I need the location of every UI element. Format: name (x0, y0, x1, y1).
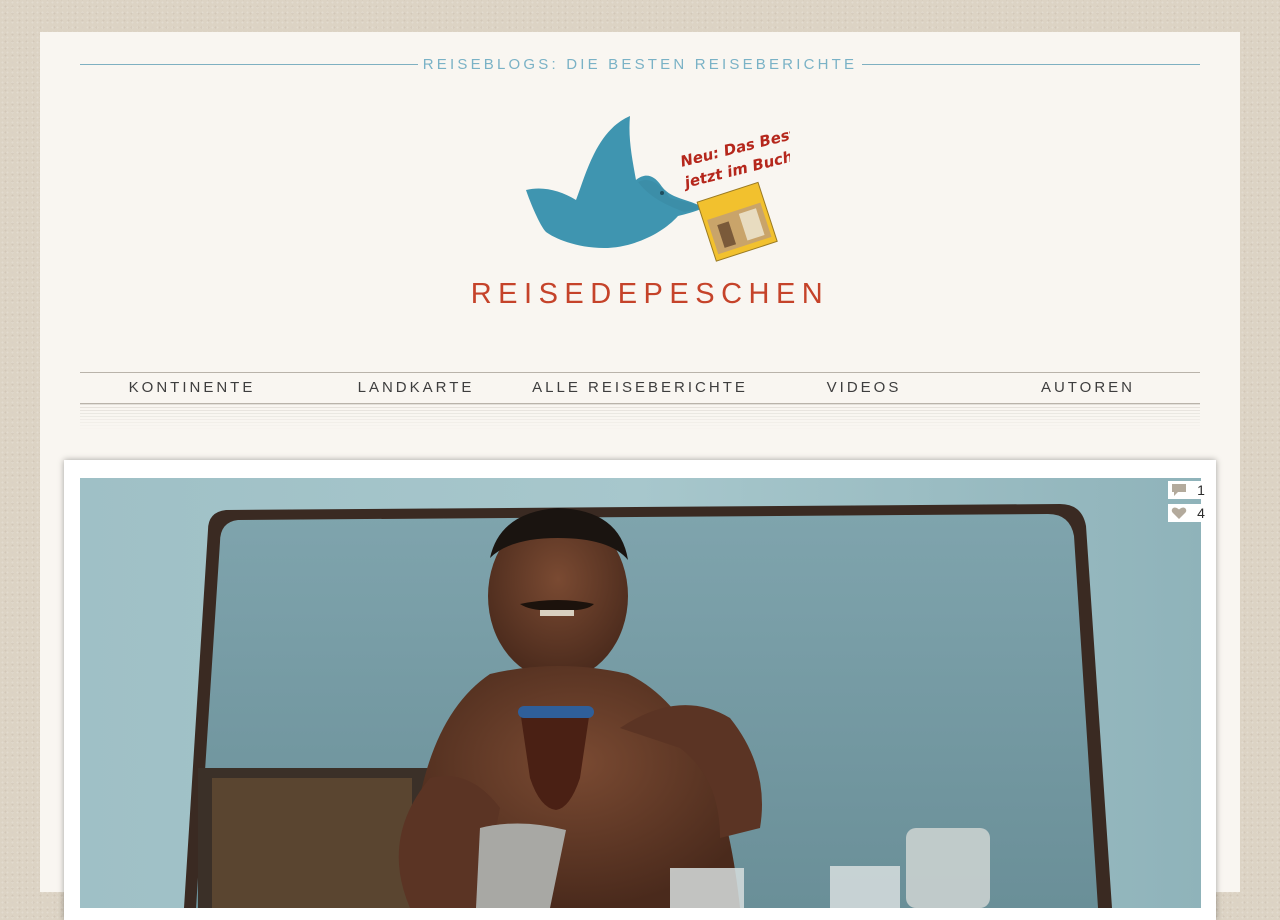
comment-count: 1 (1197, 482, 1205, 498)
nav-item-videos[interactable]: VIDEOS (752, 373, 976, 403)
site-title[interactable]: REISEDEPESCHEN (420, 278, 880, 311)
nav-item-alle-reiseberichte[interactable]: ALLE REISEBERICHTE (528, 373, 752, 403)
like-count-badge[interactable]: 4 (1168, 504, 1216, 522)
nav-divider-stripes (80, 404, 1200, 430)
site-logo[interactable]: Neu: Das Beste jetzt im Buch! (520, 114, 808, 264)
nav-item-kontinente[interactable]: KONTINENTE (80, 373, 304, 403)
featured-post-photo[interactable] (80, 478, 1201, 908)
tagline-rule-left (80, 64, 418, 65)
featured-post-card[interactable]: 1 4 (64, 460, 1216, 920)
nav-item-autoren[interactable]: AUTOREN (976, 373, 1200, 403)
tagline-row: REISEBLOGS: DIE BESTEN REISEBERICHTE (80, 56, 1200, 80)
page: REISEBLOGS: DIE BESTEN REISEBERICHTE Neu… (40, 32, 1240, 920)
dove-logo-icon: Neu: Das Beste jetzt im Buch! (526, 116, 808, 262)
tagline-rule-right (862, 64, 1200, 65)
comment-icon (1168, 483, 1190, 497)
heart-icon (1168, 506, 1190, 520)
main-nav: KONTINENTE LANDKARTE ALLE REISEBERICHTE … (80, 372, 1200, 404)
comment-count-badge[interactable]: 1 (1168, 481, 1216, 499)
nav-item-landkarte[interactable]: LANDKARTE (304, 373, 528, 403)
tagline[interactable]: REISEBLOGS: DIE BESTEN REISEBERICHTE (420, 56, 860, 73)
like-count: 4 (1197, 505, 1205, 521)
tea-vendor-photo (80, 478, 1201, 908)
